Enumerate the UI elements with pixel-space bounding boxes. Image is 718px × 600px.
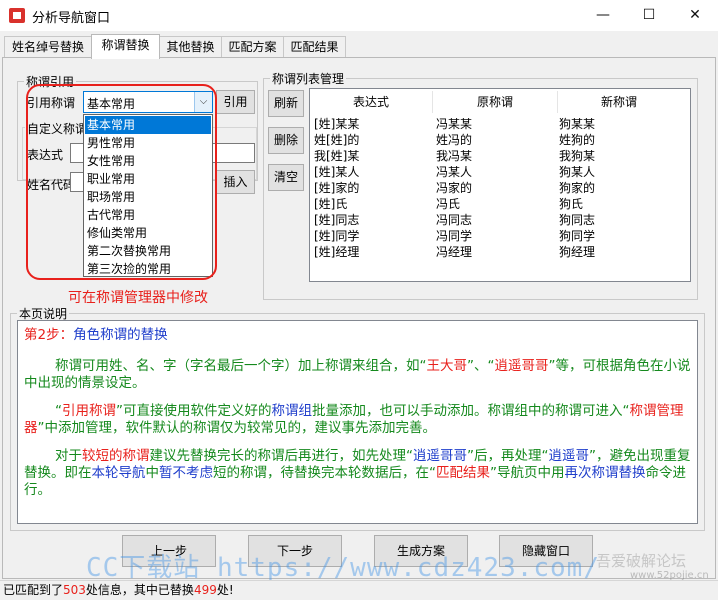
matched-count: 503 xyxy=(63,583,86,597)
column-header-original[interactable]: 原称谓 xyxy=(433,93,557,110)
table-cell: 狗某人 xyxy=(559,165,596,179)
table-cell: 狗经理 xyxy=(559,245,596,259)
table-cell: 我冯某 xyxy=(436,149,473,163)
custom-title-label: 自定义称谓 xyxy=(25,120,90,137)
table-cell: 狗氏 xyxy=(559,197,584,211)
table-cell: [姓]家的 xyxy=(314,181,360,195)
refresh-button[interactable]: 刷新 xyxy=(268,90,304,117)
window-title: 分析导航窗口 xyxy=(32,11,111,26)
table-cell: 冯家的 xyxy=(436,181,473,195)
dropdown-item[interactable]: 职场常用 xyxy=(85,188,211,206)
minimize-button[interactable]: — xyxy=(580,0,626,31)
table-cell: 冯某某 xyxy=(436,117,473,131)
maximize-button[interactable]: ☐ xyxy=(626,0,672,31)
table-cell: 狗家的 xyxy=(559,181,596,195)
tab-title-replace[interactable]: 称谓替换 xyxy=(91,34,160,59)
title-group-combo[interactable]: 基本常用 ⌵ xyxy=(83,91,213,113)
delete-button[interactable]: 删除 xyxy=(268,127,304,154)
status-bar: 已匹配到了503处信息，其中已替换499处! xyxy=(0,580,718,600)
ref-title-label: 引用称谓 xyxy=(27,96,76,110)
dropdown-item[interactable]: 女性常用 xyxy=(85,152,211,170)
table-cell: 我[姓]某 xyxy=(314,149,360,163)
tab-match-result[interactable]: 匹配结果 xyxy=(283,36,346,58)
dropdown-item[interactable]: 基本常用 xyxy=(85,116,211,134)
table-cell: 冯经理 xyxy=(436,245,473,259)
table-cell: 冯同志 xyxy=(436,213,473,227)
paragraph-1: 称谓可用姓、名、字（字名最后一个字）加上称谓来组合，如“王大哥”、“逍遥哥哥”等… xyxy=(24,358,691,391)
tab-name-nickname[interactable]: 姓名绰号替换 xyxy=(4,36,92,58)
watermark-forum: 吾爱破解论坛 xyxy=(596,552,687,570)
tab-strip: 姓名绰号替换 称谓替换 其他替换 匹配方案 匹配结果 xyxy=(0,34,718,59)
insert-button[interactable]: 插入 xyxy=(216,170,255,194)
tab-match-scheme[interactable]: 匹配方案 xyxy=(221,36,284,58)
dropdown-item[interactable]: 修仙类常用 xyxy=(85,224,211,242)
ref-button[interactable]: 引用 xyxy=(216,90,255,114)
table-cell: [姓]某人 xyxy=(314,165,360,179)
dropdown-item[interactable]: 第三次捡的常用 xyxy=(85,260,211,278)
title-ref-group-label: 称谓引用 xyxy=(24,73,77,90)
chevron-down-icon[interactable]: ⌵ xyxy=(194,92,212,112)
dropdown-item[interactable]: 古代常用 xyxy=(85,206,211,224)
table-cell: 姓狗的 xyxy=(559,133,596,147)
table-cell: 我狗某 xyxy=(559,149,596,163)
name-code-label: 姓名代码 xyxy=(27,178,76,192)
title-list-view[interactable]: 表达式 原称谓 新称谓 [姓]某某 冯某某 狗某某 姓[姓]的 姓冯的 姓狗的 … xyxy=(309,88,691,282)
table-cell: 狗某某 xyxy=(559,117,596,131)
paragraph-3: 对于较短的称谓建议先替换完长的称谓后再进行，如先处理“逍遥哥哥”后，再处理“逍遥… xyxy=(24,448,691,498)
dropdown-item[interactable]: 第二次替换常用 xyxy=(85,242,211,260)
table-cell: 冯同学 xyxy=(436,229,473,243)
table-cell: [姓]同学 xyxy=(314,229,360,243)
expr-label: 表达式 xyxy=(27,148,64,162)
column-header-new[interactable]: 新称谓 xyxy=(558,93,680,110)
table-cell: 狗同学 xyxy=(559,229,596,243)
title-bar: 分析导航窗口 — ☐ ✕ xyxy=(0,0,718,31)
table-cell: [姓]某某 xyxy=(314,117,360,131)
table-cell: [姓]经理 xyxy=(314,245,360,259)
table-cell: 姓[姓]的 xyxy=(314,133,360,147)
close-button[interactable]: ✕ xyxy=(672,0,718,31)
table-cell: [姓]氏 xyxy=(314,197,348,211)
column-header-expression[interactable]: 表达式 xyxy=(310,93,432,110)
tab-other-replace[interactable]: 其他替换 xyxy=(159,36,222,58)
explain-text-box: 第2步：角色称谓的替换 称谓可用姓、名、字（字名最后一个字）加上称谓来组合，如“… xyxy=(17,320,698,524)
dropdown-item[interactable]: 男性常用 xyxy=(85,134,211,152)
table-cell: [姓]同志 xyxy=(314,213,360,227)
dropdown-item[interactable]: 职业常用 xyxy=(85,170,211,188)
annotation-note: 可在称谓管理器中修改 xyxy=(68,290,208,306)
table-cell: 姓冯的 xyxy=(436,133,473,147)
table-cell: 狗同志 xyxy=(559,213,596,227)
step-heading: 第2步：角色称谓的替换 xyxy=(24,327,168,343)
clear-button[interactable]: 清空 xyxy=(268,164,304,191)
title-group-dropdown: 基本常用 男性常用 女性常用 职业常用 职场常用 古代常用 修仙类常用 第二次替… xyxy=(83,114,213,277)
table-cell: 冯某人 xyxy=(436,165,473,179)
replaced-count: 499 xyxy=(193,583,217,597)
paragraph-2: “引用称谓”可直接使用软件定义好的称谓组批量添加，也可以手动添加。称谓组中的称谓… xyxy=(24,403,684,436)
title-list-group-label: 称谓列表管理 xyxy=(270,70,347,87)
table-cell: 冯氏 xyxy=(436,197,461,211)
combo-value: 基本常用 xyxy=(87,97,136,111)
watermark-text: CC下载站 https://www.cdz423.com/ xyxy=(86,553,600,583)
app-icon xyxy=(9,8,25,23)
